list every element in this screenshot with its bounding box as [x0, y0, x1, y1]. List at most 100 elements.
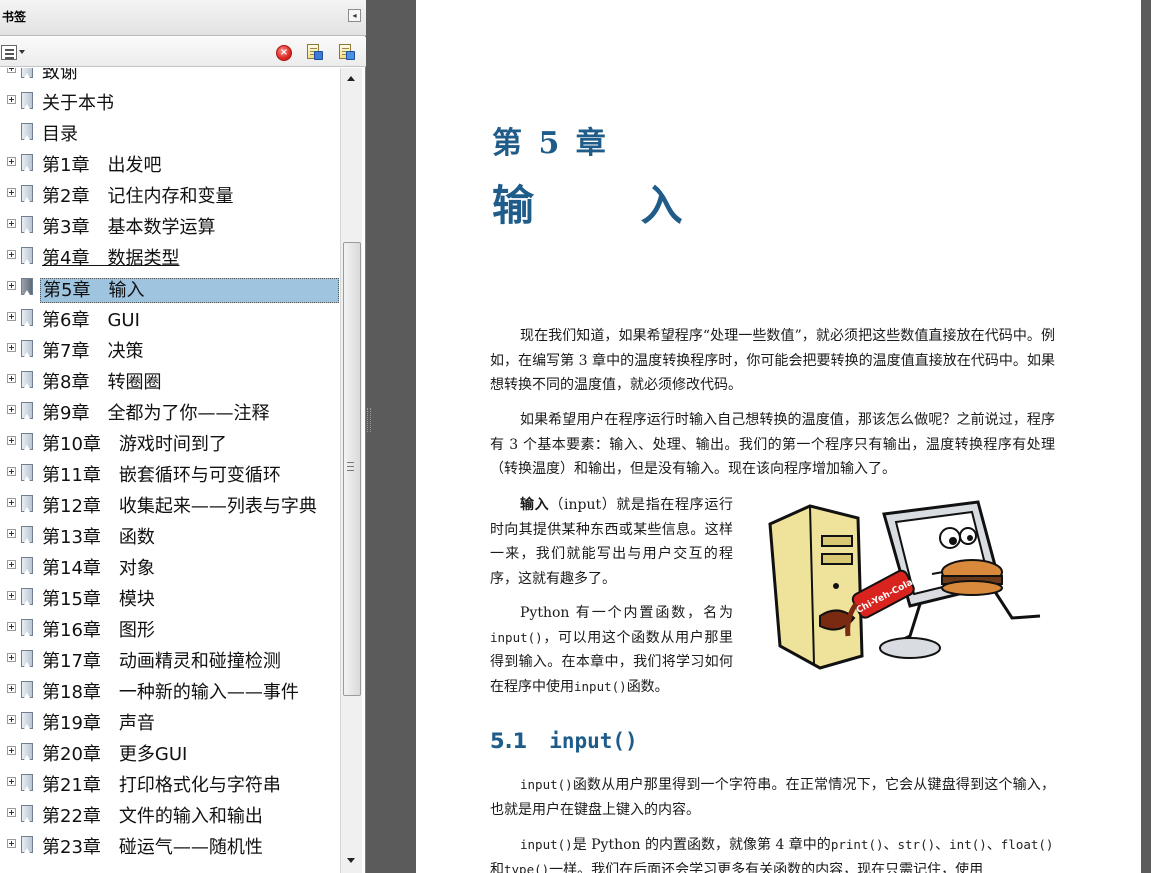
expand-plus-icon[interactable] [7, 343, 16, 352]
bookmark-item[interactable]: 第18章 一种新的输入——事件 [0, 681, 340, 707]
expand-plus-icon[interactable] [7, 529, 16, 538]
expand-plus-icon[interactable] [7, 436, 16, 445]
bookmark-label: 第1章 出发吧 [42, 155, 162, 176]
expand-plus-icon[interactable] [7, 684, 16, 693]
chapter-label: 第 5 章 [492, 126, 609, 161]
bookmark-ribbon-icon [21, 743, 33, 760]
expand-plus-icon[interactable] [7, 808, 16, 817]
bookmark-label: 第4章 数据类型 [42, 248, 180, 269]
bookmark-item[interactable]: 第20章 更多GUI [0, 743, 340, 769]
expand-plus-icon[interactable] [7, 250, 16, 259]
scroll-up-icon[interactable] [341, 70, 362, 88]
code-run: input() [574, 678, 627, 694]
bookmark-label: 第10章 游戏时间到了 [42, 434, 227, 455]
bookmark-item[interactable]: 第21章 打印格式化与字符串 [0, 774, 340, 800]
bookmark-label: 第18章 一种新的输入——事件 [42, 682, 299, 703]
expand-plus-icon[interactable] [7, 839, 16, 848]
bookmark-item[interactable]: 第22章 文件的输入和输出 [0, 805, 340, 831]
expand-plus-icon[interactable] [7, 68, 16, 73]
expand-plus-icon[interactable] [7, 591, 16, 600]
bookmark-ribbon-icon [21, 526, 33, 543]
bookmark-label: 第6章 GUI [42, 310, 140, 331]
bookmark-item[interactable]: 第2章 记住内存和变量 [0, 185, 340, 211]
bookmark-item[interactable]: 第15章 模块 [0, 588, 340, 614]
bookmark-item[interactable]: 第1章 出发吧 [0, 154, 340, 180]
bookmark-item[interactable]: 第6章 GUI [0, 309, 340, 335]
expand-plus-icon[interactable] [7, 219, 16, 228]
expand-plus-icon[interactable] [7, 715, 16, 724]
expand-plus-icon[interactable] [7, 405, 16, 414]
code-run: float() [1000, 837, 1054, 852]
new-bookmark-icon[interactable] [305, 44, 323, 62]
bookmark-item[interactable]: 第9章 全都为了你——注释 [0, 402, 340, 428]
bookmark-label: 关于本书 [42, 93, 114, 114]
section-heading: 5.1 input() [490, 728, 638, 753]
chapter-title: 输 入 [492, 172, 692, 233]
bookmark-ribbon-icon [21, 557, 33, 574]
bookmark-item[interactable]: 第11章 嵌套循环与可变循环 [0, 464, 340, 490]
expand-plus-icon[interactable] [7, 467, 16, 476]
expand-plus-icon[interactable] [7, 653, 16, 662]
expand-plus-icon[interactable] [7, 281, 16, 290]
expand-plus-icon[interactable] [7, 95, 16, 104]
options-menu-button[interactable] [1, 45, 27, 61]
bookmark-item[interactable]: 第5章 输入 [0, 278, 340, 304]
bookmark-item[interactable]: 第10章 游戏时间到了 [0, 433, 340, 459]
bookmark-item[interactable]: 第13章 函数 [0, 526, 340, 552]
bookmark-ribbon-icon [21, 402, 33, 419]
bookmark-label: 目录 [42, 124, 78, 145]
text-run: 一样。我们在后面还会学习更多有关函数的内容，现在只需记住，使用 [549, 861, 984, 873]
bookmark-ribbon-icon [21, 185, 33, 202]
scroll-down-icon[interactable] [341, 852, 362, 870]
bookmark-label: 第5章 输入 [40, 278, 339, 303]
bookmark-item[interactable]: 第17章 动画精灵和碰撞检测 [0, 650, 340, 676]
grip-icon [347, 462, 354, 471]
bookmark-label: 第14章 对象 [42, 558, 155, 579]
bookmark-ribbon-icon [21, 774, 33, 791]
document-page: 第 5 章 输 入 现在我们知道，如果希望程序“处理一些数值”，就必须把这些数值… [416, 0, 1141, 873]
paragraph: input()是 Python 的内置函数，就像第 4 章中的print()、s… [490, 833, 1055, 873]
text-run: 和 [490, 861, 504, 873]
expand-plus-icon[interactable] [7, 498, 16, 507]
bookmark-item[interactable]: 第7章 决策 [0, 340, 340, 366]
expand-plus-icon[interactable] [7, 312, 16, 321]
bookmark-item[interactable]: 第3章 基本数学运算 [0, 216, 340, 242]
text-run: 函数。 [626, 678, 669, 695]
delete-bookmark-icon[interactable]: × [276, 45, 292, 61]
collapse-panel-button[interactable]: ◂ [348, 9, 361, 22]
bookmark-item[interactable]: 第14章 对象 [0, 557, 340, 583]
bookmarks-title: 书签 [2, 10, 27, 24]
code-run: input() [520, 837, 573, 852]
bookmark-item[interactable]: 第16章 图形 [0, 619, 340, 645]
chevron-down-icon [19, 50, 25, 54]
bookmark-item[interactable]: 目录 [0, 123, 340, 149]
paragraph: input()函数从用户那里得到一个字符串。在正常情况下，它会从键盘得到这个输入… [490, 773, 1055, 822]
bookmark-item[interactable]: 关于本书 [0, 92, 340, 118]
bookmark-ribbon-icon [21, 92, 33, 109]
code-run: int() [949, 837, 987, 852]
bookmark-label: 第9章 全都为了你——注释 [42, 403, 270, 424]
expand-plus-icon[interactable] [7, 777, 16, 786]
bookmark-item[interactable]: 第23章 碰运气——随机性 [0, 836, 340, 862]
expand-plus-icon[interactable] [7, 746, 16, 755]
expand-plus-icon[interactable] [7, 374, 16, 383]
panel-splitter[interactable] [366, 0, 416, 873]
bookmark-item[interactable]: 第4章 数据类型 [0, 247, 340, 273]
bookmark-ribbon-icon [21, 309, 33, 326]
bookmark-ribbon-icon [21, 371, 33, 388]
expand-plus-icon[interactable] [7, 622, 16, 631]
text-run: 函数从用户那里得到一个字符串。在正常情况下，它会从键盘得到这个输入，也就是用户在… [490, 777, 1055, 818]
bookmark-item[interactable]: 第19章 声音 [0, 712, 340, 738]
bookmark-ribbon-icon [21, 433, 33, 450]
bookmark-ribbon-icon [21, 805, 33, 822]
expand-plus-icon[interactable] [7, 188, 16, 197]
expand-bookmark-icon[interactable] [337, 44, 355, 62]
chapter-title-part: 入 [640, 181, 683, 230]
expand-plus-icon[interactable] [7, 560, 16, 569]
bookmarks-scrollbar[interactable] [340, 68, 362, 873]
expand-plus-icon[interactable] [7, 157, 16, 166]
bookmark-item[interactable]: 致谢 [0, 68, 340, 87]
bookmark-item[interactable]: 第8章 转圈圈 [0, 371, 340, 397]
bookmark-item[interactable]: 第12章 收集起来——列表与字典 [0, 495, 340, 521]
viewer-background [1141, 0, 1151, 873]
